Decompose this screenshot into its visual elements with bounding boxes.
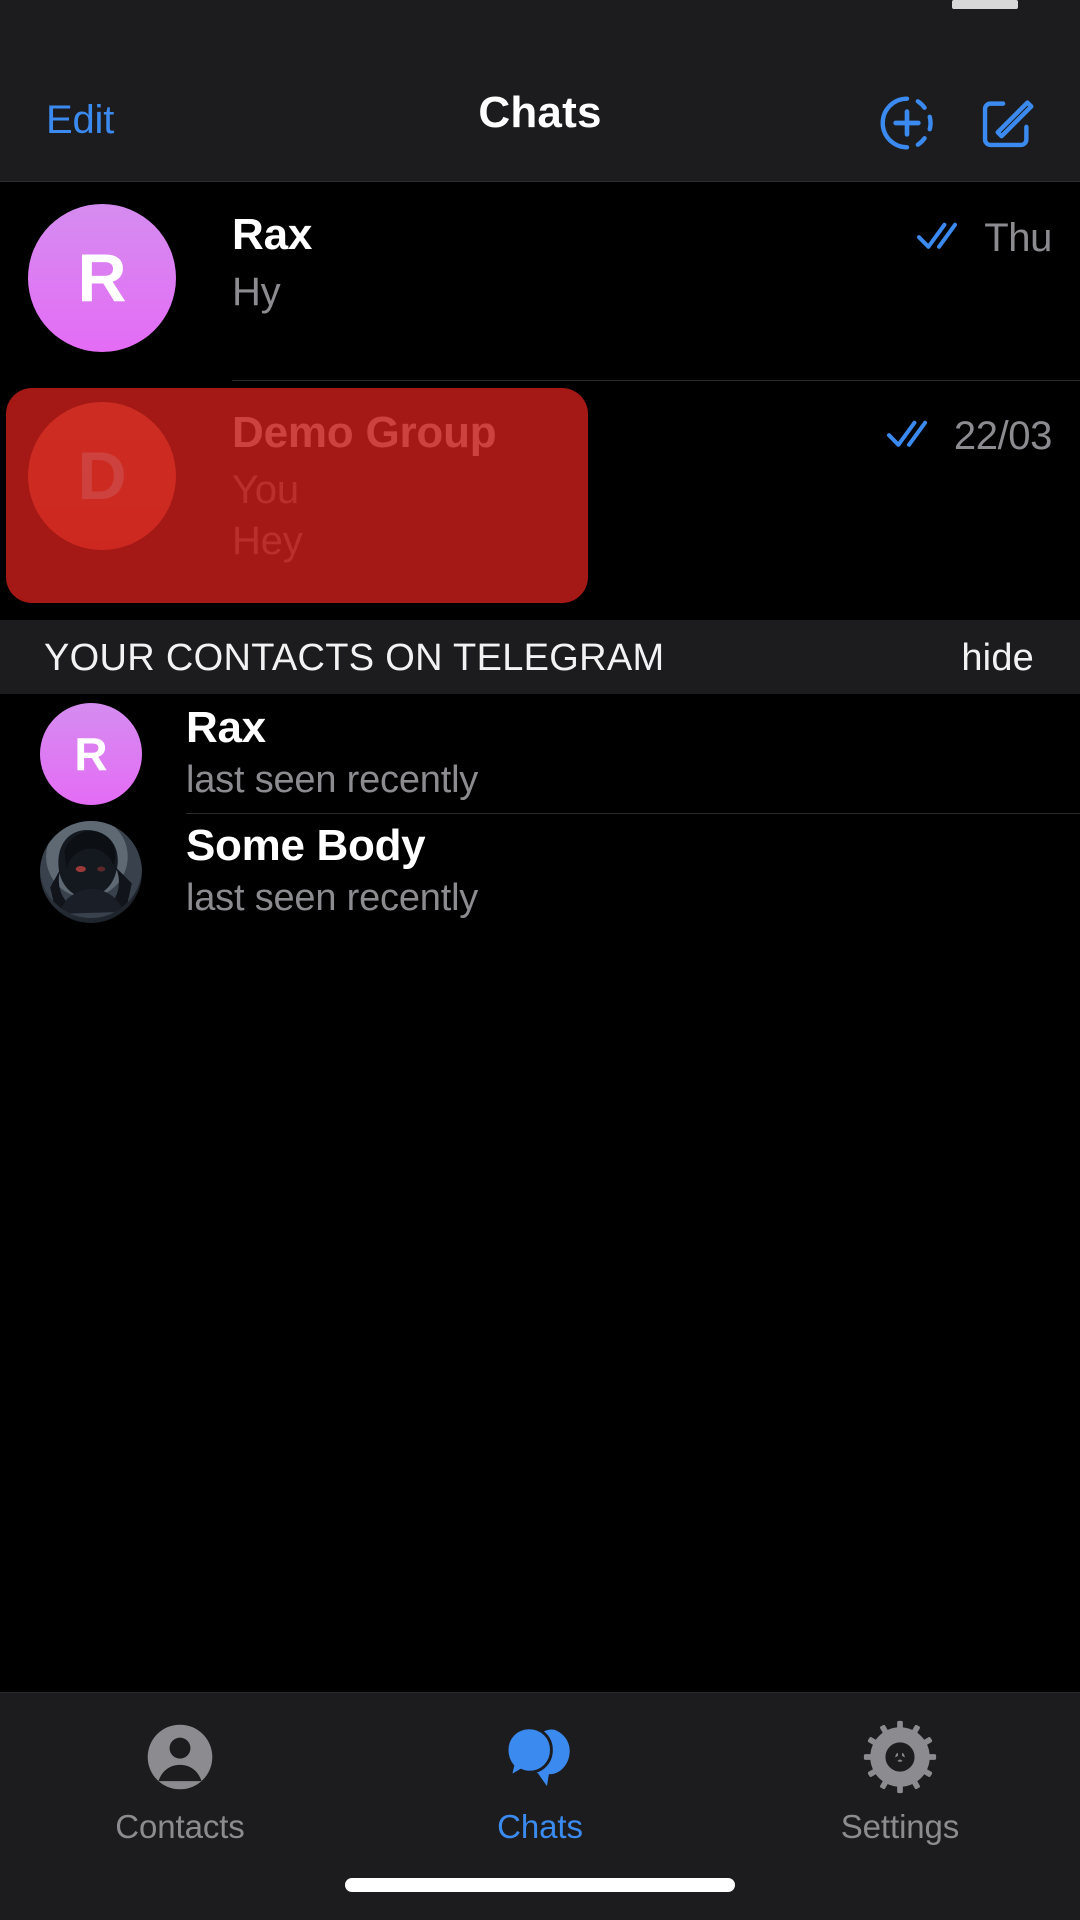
row-divider <box>232 380 1080 381</box>
section-title: YOUR CONTACTS ON TELEGRAM <box>44 637 665 679</box>
avatar-initial: D <box>77 438 127 514</box>
compose-pencil-icon[interactable] <box>976 92 1038 154</box>
tab-bar: Contacts Chats Settings <box>0 1692 1080 1920</box>
status-bar <box>0 0 1080 48</box>
contact-name: Rax <box>186 703 266 752</box>
avatar-initial: R <box>77 240 127 316</box>
home-indicator[interactable] <box>345 1878 735 1892</box>
profile-photo-icon <box>40 821 142 923</box>
read-double-check-icon <box>916 220 970 257</box>
navigation-bar: Edit Chats <box>0 48 1080 182</box>
circle-plus-dashed-icon[interactable] <box>876 92 938 154</box>
row-divider <box>186 813 1080 814</box>
chat-list: R Rax Hy Thu D Demo Group You Hey 22/03 <box>0 182 1080 603</box>
nav-actions <box>876 92 1038 154</box>
avatar-initial: R <box>74 728 108 780</box>
chat-preview-second-line: Hey <box>232 519 303 564</box>
tab-contacts[interactable]: Contacts <box>0 1719 360 1846</box>
chat-preview: Hy <box>232 270 281 315</box>
hide-button[interactable]: hide <box>961 637 1034 680</box>
chat-row[interactable]: D Demo Group You Hey 22/03 <box>0 380 1080 603</box>
battery-icon <box>952 0 1018 9</box>
avatar[interactable]: R <box>40 703 142 805</box>
chat-meta: Thu <box>916 216 1052 261</box>
contact-row-content: Rax last seen recently <box>186 703 1050 802</box>
tab-settings[interactable]: Settings <box>720 1719 1080 1846</box>
chat-timestamp: Thu <box>984 216 1052 260</box>
chat-timestamp: 22/03 <box>953 414 1053 458</box>
contact-name: Some Body <box>186 821 426 870</box>
tab-label: Contacts <box>115 1808 245 1845</box>
contact-row-content: Some Body last seen recently <box>186 821 1050 920</box>
list-item[interactable]: R Rax last seen recently <box>0 695 1080 813</box>
contacts-list: R Rax last seen recently Some Body last … <box>0 695 1080 931</box>
chat-bubbles-icon <box>502 1719 578 1800</box>
tab-items: Contacts Chats Settings <box>0 1719 1080 1846</box>
chat-meta: 22/03 <box>886 414 1052 459</box>
avatar[interactable] <box>40 821 142 923</box>
avatar[interactable]: R <box>28 204 176 352</box>
chat-row[interactable]: R Rax Hy Thu <box>0 182 1080 380</box>
contact-status: last seen recently <box>186 759 479 802</box>
gear-icon <box>862 1719 938 1800</box>
tab-label: Chats <box>497 1808 583 1845</box>
person-icon <box>142 1719 218 1800</box>
read-double-check-icon <box>886 418 940 455</box>
chat-preview: You <box>232 468 299 513</box>
contacts-section-header: YOUR CONTACTS ON TELEGRAM hide <box>0 619 1080 695</box>
contact-status: last seen recently <box>186 877 479 920</box>
avatar[interactable]: D <box>28 402 176 550</box>
list-item[interactable]: Some Body last seen recently <box>0 813 1080 931</box>
tab-label: Settings <box>840 1808 960 1845</box>
tab-chats[interactable]: Chats <box>360 1719 720 1846</box>
